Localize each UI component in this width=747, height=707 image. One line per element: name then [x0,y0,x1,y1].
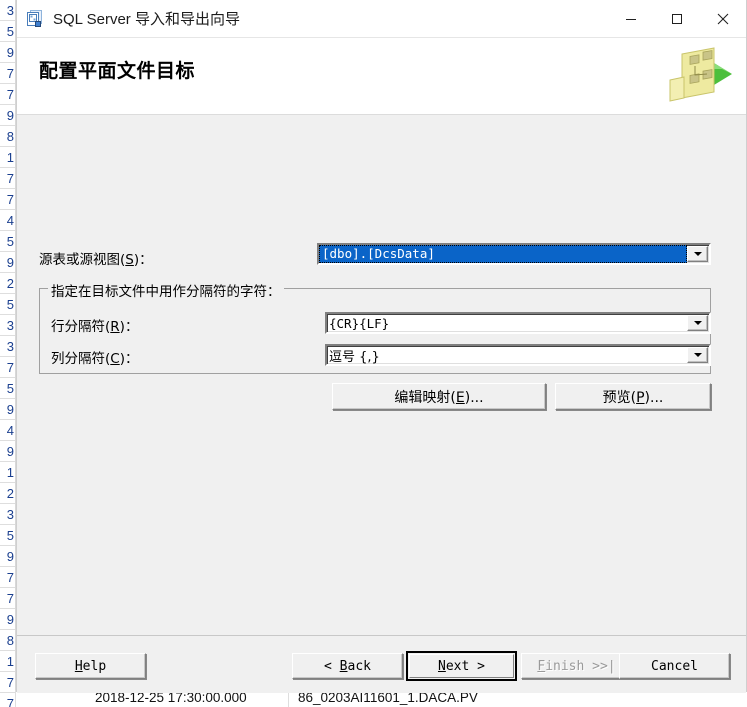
wizard-document-icon [26,9,44,28]
background-row-number: 5 [0,21,15,42]
background-row-number: 7 [0,357,15,378]
import-export-wizard-dialog: SQL Server 导入和导出向导 配置平面文件目标 源表或源视图(S)： [… [16,0,747,693]
preview-button[interactable]: 预览(P)... [555,383,711,410]
background-row-number: 5 [0,294,15,315]
column-delimiter-label: 列分隔符(C)： [51,351,139,367]
background-row-number: 9 [0,399,15,420]
column-delimiter-combobox[interactable]: 逗号 {,} [325,344,711,366]
finish-label: Finish >>| [537,658,616,674]
back-label: < Back [324,658,371,674]
source-table-selected-text: [dbo].[DcsData] [319,245,687,263]
help-label: Help [74,658,107,674]
background-row-number: 1 [0,462,15,483]
preview-label: 预览(P)... [602,389,664,406]
background-row-number: 3 [0,315,15,336]
flat-file-destination-icon [664,40,732,106]
background-row-number: 7 [0,672,15,693]
background-row-number: 5 [0,378,15,399]
row-delimiter-label: 行分隔符(R)： [51,319,139,335]
background-row-number: 1 [0,651,15,672]
dialog-body: 源表或源视图(S)： [dbo].[DcsData] 指定在目标文件中用作分隔符… [17,115,746,635]
background-row-number: 2 [0,483,15,504]
background-row-number: 8 [0,126,15,147]
chevron-down-icon[interactable] [687,347,708,363]
chevron-down-icon[interactable] [687,315,708,331]
source-table-label: 源表或源视图(S)： [39,252,153,268]
source-table-value: [dbo].[DcsData] [319,245,687,263]
title-bar: SQL Server 导入和导出向导 [17,0,746,38]
background-row-number: 2 [0,273,15,294]
background-row-number: 9 [0,609,15,630]
background-row-number: 9 [0,441,15,462]
row-delimiter-value: {CR}{LF} [329,315,390,331]
row-delimiter-combobox[interactable]: {CR}{LF} [325,312,711,334]
background-row-number: 3 [0,336,15,357]
finish-button[interactable]: Finish >>| [521,653,632,679]
page-header: 配置平面文件目标 [17,38,746,115]
background-row-number: 5 [0,231,15,252]
maximize-icon[interactable] [654,0,700,37]
next-button[interactable]: Next > [406,651,517,681]
background-row-number: 4 [0,420,15,441]
background-row-number: 8 [0,630,15,651]
background-row-number: 9 [0,42,15,63]
background-row-number: 3 [0,0,15,21]
cancel-button[interactable]: Cancel [619,653,730,679]
background-row-number: 7 [0,588,15,609]
background-row-number: 7 [0,84,15,105]
edit-mappings-label: 编辑映射(E)... [394,389,484,406]
background-row-number: 9 [0,252,15,273]
window-title: SQL Server 导入和导出向导 [53,11,240,28]
chevron-down-icon[interactable] [687,246,708,262]
delimiters-groupbox-legend: 指定在目标文件中用作分隔符的字符： [48,280,284,300]
dialog-footer: Help < Back Next > Finish >>| Cancel [17,635,746,693]
back-button[interactable]: < Back [292,653,403,679]
background-row-number: 1 [0,147,15,168]
background-row-number: 7 [0,567,15,588]
edit-mappings-button[interactable]: 编辑映射(E)... [332,383,546,410]
background-row-number: 7 [0,168,15,189]
help-button[interactable]: Help [35,653,146,679]
background-row-number: 7 [0,693,15,707]
minimize-icon[interactable] [608,0,654,37]
background-row-number: 7 [0,63,15,84]
source-table-combobox[interactable]: [dbo].[DcsData] [317,243,711,265]
next-label: Next > [438,658,485,674]
background-row-number: 4 [0,210,15,231]
background-row-number: 9 [0,546,15,567]
background-row-number: 5 [0,525,15,546]
background-row-number: 3 [0,504,15,525]
column-delimiter-value: 逗号 {,} [329,349,380,365]
page-title: 配置平面文件目标 [39,61,196,82]
close-icon[interactable] [700,0,746,37]
window-controls [608,0,746,37]
background-row-number: 9 [0,105,15,126]
background-row-number: 7 [0,189,15,210]
cancel-label: Cancel [651,658,698,674]
background-row-header-gutter: 3597798177459253375949123597798177 [0,0,16,707]
